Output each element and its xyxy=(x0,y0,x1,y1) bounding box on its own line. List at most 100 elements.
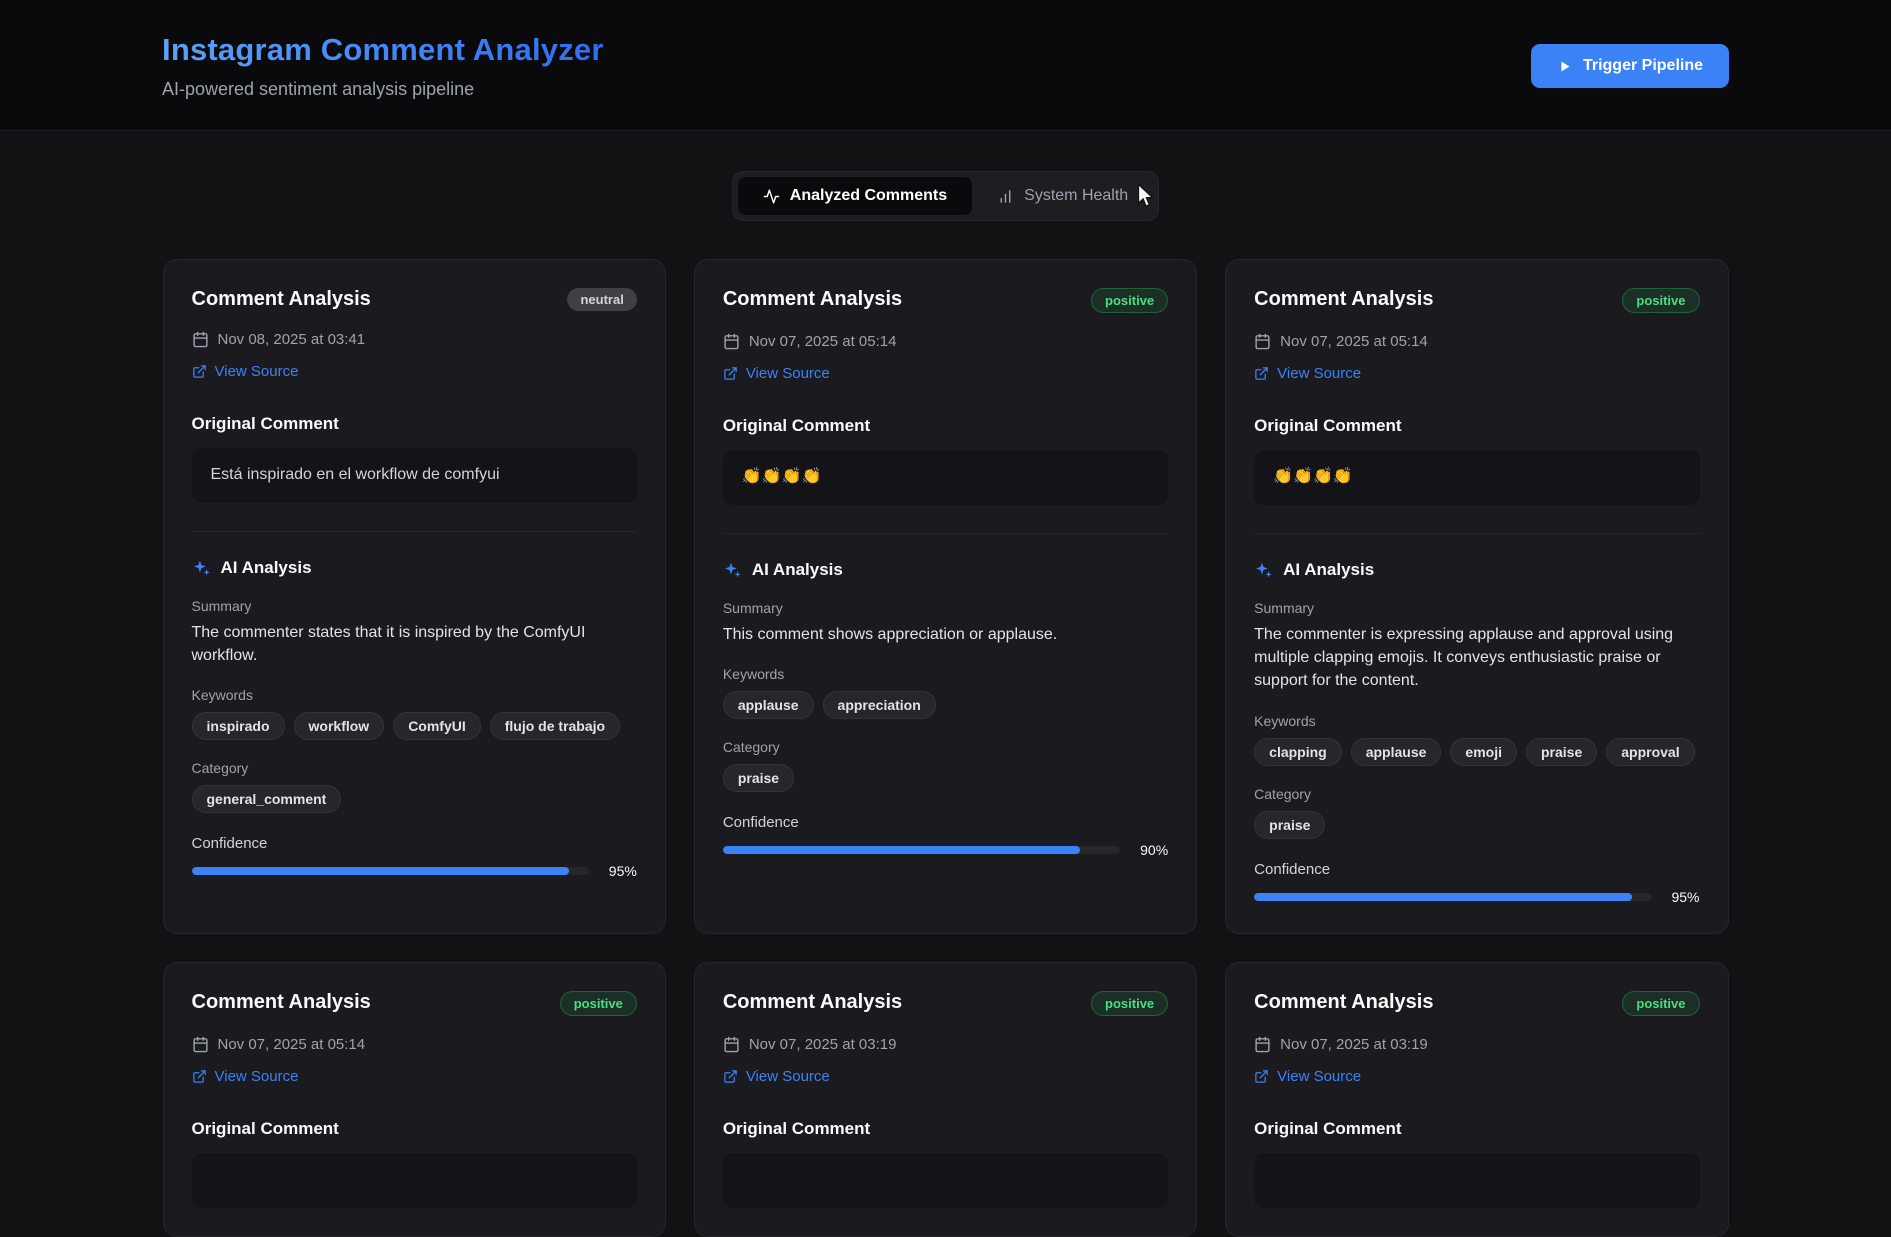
tab-system-health[interactable]: System Health xyxy=(972,177,1153,215)
confidence-row: 95% xyxy=(192,863,637,879)
category-pill: praise xyxy=(723,764,794,792)
view-source-link[interactable]: View Source xyxy=(723,1068,830,1085)
ai-analysis-section: AI Analysis Summary The commenter is exp… xyxy=(1254,533,1699,905)
card-date-row: Nov 07, 2025 at 05:14 xyxy=(192,1036,637,1053)
card-date-row: Nov 07, 2025 at 03:19 xyxy=(1254,1036,1699,1053)
comment-text xyxy=(1254,1153,1699,1208)
card-date-row: Nov 07, 2025 at 05:14 xyxy=(723,333,1168,350)
tab-label: Analyzed Comments xyxy=(790,187,947,205)
keywords-label: Keywords xyxy=(723,666,1168,682)
keyword-pill: flujo de trabajo xyxy=(490,712,620,740)
view-source-link[interactable]: View Source xyxy=(192,363,299,380)
keyword-pill: clapping xyxy=(1254,738,1342,766)
tab-bar-wrapper: Analyzed Comments System Health xyxy=(0,171,1891,221)
confidence-row: 95% xyxy=(1254,889,1699,905)
tab-bar: Analyzed Comments System Health xyxy=(732,171,1159,221)
view-source-link[interactable]: View Source xyxy=(192,1068,299,1085)
keywords-list: inspiradoworkflowComfyUIflujo de trabajo xyxy=(192,712,637,740)
keywords-list: clappingapplauseemojipraiseapproval xyxy=(1254,738,1699,766)
original-comment-heading: Original Comment xyxy=(192,414,637,434)
confidence-percent: 95% xyxy=(601,863,637,879)
original-comment-heading: Original Comment xyxy=(1254,1119,1699,1139)
external-link-icon xyxy=(1254,1069,1269,1084)
trigger-pipeline-button[interactable]: Trigger Pipeline xyxy=(1531,44,1729,88)
summary-text: This comment shows appreciation or appla… xyxy=(723,623,1168,646)
tab-analyzed-comments[interactable]: Analyzed Comments xyxy=(738,177,972,215)
confidence-track xyxy=(723,846,1120,854)
view-source-label: View Source xyxy=(746,1068,830,1085)
card-title: Comment Analysis xyxy=(1254,288,1433,311)
original-comment-heading: Original Comment xyxy=(1254,416,1699,436)
confidence-label: Confidence xyxy=(723,814,1168,831)
calendar-icon xyxy=(1254,1036,1271,1053)
confidence-track xyxy=(192,867,589,875)
tab-label: System Health xyxy=(1024,187,1128,205)
keyword-pill: workflow xyxy=(294,712,385,740)
calendar-icon xyxy=(1254,333,1271,350)
category-list: general_comment xyxy=(192,785,637,813)
sparkles-icon xyxy=(1254,561,1273,580)
keyword-pill: praise xyxy=(1526,738,1597,766)
comment-card: Comment Analysis neutral Nov 08, 2025 at… xyxy=(163,259,666,934)
view-source-label: View Source xyxy=(215,363,299,380)
comment-text: 👏👏👏👏 xyxy=(1254,450,1699,505)
view-source-label: View Source xyxy=(1277,1068,1361,1085)
summary-label: Summary xyxy=(1254,600,1699,616)
ai-analysis-section: AI Analysis Summary This comment shows a… xyxy=(723,533,1168,858)
summary-label: Summary xyxy=(192,598,637,614)
card-date: Nov 08, 2025 at 03:41 xyxy=(218,331,366,348)
sparkles-icon xyxy=(723,561,742,580)
ai-analysis-section: AI Analysis Summary The commenter states… xyxy=(192,531,637,879)
confidence-track xyxy=(1254,893,1651,901)
view-source-label: View Source xyxy=(215,1068,299,1085)
external-link-icon xyxy=(1254,366,1269,381)
header-text-block: Instagram Comment Analyzer AI-powered se… xyxy=(162,32,604,100)
keyword-pill: appreciation xyxy=(823,691,936,719)
category-label: Category xyxy=(192,760,637,776)
keyword-pill: emoji xyxy=(1450,738,1517,766)
summary-text: The commenter is expressing applause and… xyxy=(1254,623,1699,693)
summary-label: Summary xyxy=(723,600,1168,616)
keywords-label: Keywords xyxy=(192,687,637,703)
page-subtitle: AI-powered sentiment analysis pipeline xyxy=(162,79,604,100)
ai-analysis-header: AI Analysis xyxy=(1254,560,1699,580)
keyword-pill: ComfyUI xyxy=(393,712,481,740)
app-header: Instagram Comment Analyzer AI-powered se… xyxy=(0,0,1891,131)
ai-analysis-heading: AI Analysis xyxy=(221,558,312,578)
card-header-row: Comment Analysis positive xyxy=(192,991,637,1016)
page-title: Instagram Comment Analyzer xyxy=(162,32,604,68)
original-comment-heading: Original Comment xyxy=(723,416,1168,436)
category-label: Category xyxy=(1254,786,1699,802)
comment-card: Comment Analysis positive Nov 07, 2025 a… xyxy=(163,962,666,1237)
calendar-icon xyxy=(723,1036,740,1053)
card-title: Comment Analysis xyxy=(192,288,371,311)
comment-card: Comment Analysis positive Nov 07, 2025 a… xyxy=(1225,259,1728,934)
external-link-icon xyxy=(723,1069,738,1084)
card-date: Nov 07, 2025 at 05:14 xyxy=(749,333,897,350)
sentiment-badge: positive xyxy=(1622,288,1699,313)
view-source-link[interactable]: View Source xyxy=(1254,365,1361,382)
category-list: praise xyxy=(723,764,1168,792)
view-source-link[interactable]: View Source xyxy=(1254,1068,1361,1085)
card-date-row: Nov 08, 2025 at 03:41 xyxy=(192,331,637,348)
view-source-label: View Source xyxy=(746,365,830,382)
sentiment-badge: positive xyxy=(1622,991,1699,1016)
view-source-label: View Source xyxy=(1277,365,1361,382)
external-link-icon xyxy=(192,364,207,379)
comment-text: 👏👏👏👏 xyxy=(723,450,1168,505)
card-date: Nov 07, 2025 at 03:19 xyxy=(1280,1036,1428,1053)
activity-icon xyxy=(763,188,780,205)
calendar-icon xyxy=(192,331,209,348)
calendar-icon xyxy=(723,333,740,350)
ai-analysis-header: AI Analysis xyxy=(723,560,1168,580)
comment-text: Está inspirado en el workflow de comfyui xyxy=(192,448,637,503)
view-source-link[interactable]: View Source xyxy=(723,365,830,382)
external-link-icon xyxy=(192,1069,207,1084)
confidence-fill xyxy=(192,867,569,875)
card-date: Nov 07, 2025 at 05:14 xyxy=(1280,333,1428,350)
external-link-icon xyxy=(723,366,738,381)
card-title: Comment Analysis xyxy=(723,288,902,311)
comment-card: Comment Analysis positive Nov 07, 2025 a… xyxy=(1225,962,1728,1237)
cards-grid: Comment Analysis neutral Nov 08, 2025 at… xyxy=(163,259,1729,1237)
card-header-row: Comment Analysis positive xyxy=(1254,991,1699,1016)
